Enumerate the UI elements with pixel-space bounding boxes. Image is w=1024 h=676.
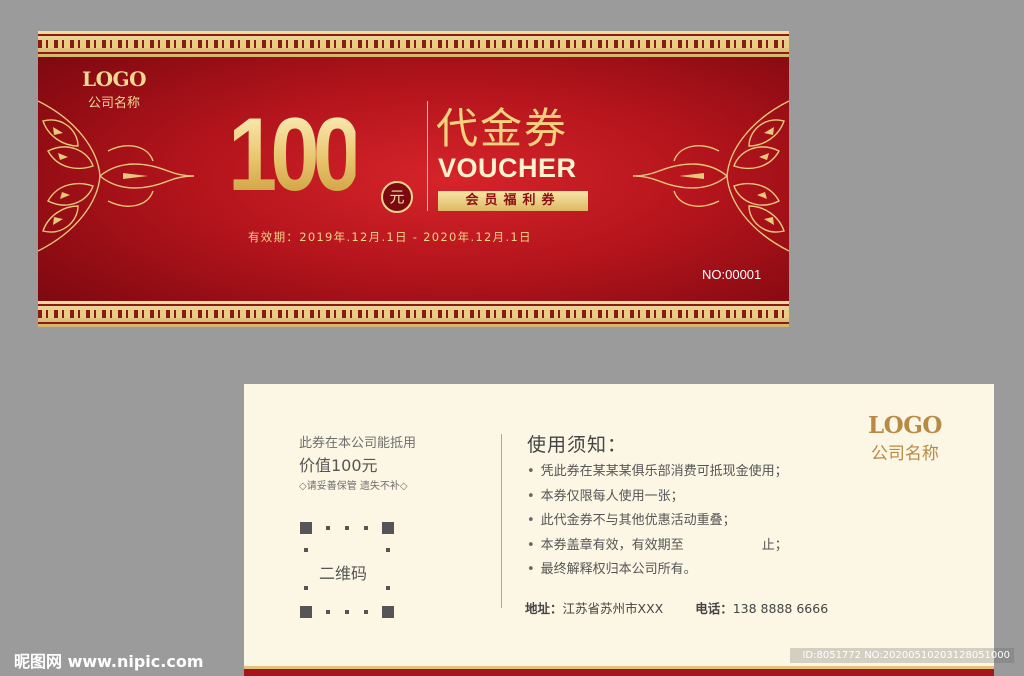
voucher-amount: 100 [228,97,362,213]
notice-title: 使用须知： [527,434,628,456]
left-ornament-icon [38,100,195,252]
list-item: • 凭此券在某某某俱乐部消费可抵现金使用； [527,464,788,479]
list-item: • 此代金券不与其他优惠活动重叠； [527,513,736,528]
address-value: 江苏省苏州市XXX [562,601,664,616]
title-divider [427,101,428,211]
validity-period: 有效期：2019年.12月.1日 - 2020年.12月.1日 [248,230,532,244]
member-tag: 会员福利券 [438,191,588,211]
qr-code-placeholder: 二维码 [300,522,394,618]
watermark-site: 昵图网 www.nipic.com [14,652,204,671]
bottom-border [38,301,789,327]
qr-label: 二维码 [319,564,368,583]
address-label: 地址： [525,601,563,616]
voucher-front: LOGO 公司名称 100 元 代金券 VOUCHER 会员福利券 有效期：20… [38,31,789,327]
back-bottom-strip [244,666,994,676]
back-company-name: 公司名称 [870,444,939,464]
yuan-badge: 元 [381,181,413,213]
watermark-id: ID:8051772 NO:20200510203128051000 [790,648,1014,663]
serial-number: NO:00001 [702,267,762,282]
value-text: 价值100元 [299,456,378,475]
top-border [38,31,789,57]
phone-value: 138 8888 6666 [732,601,829,616]
voucher-title-en: VOUCHER [438,153,577,183]
phone-label: 电话： [695,601,733,616]
list-item: • 最终解释权归本公司所有。 [527,562,697,577]
back-divider [501,434,502,608]
list-item: • 本券盖章有效，有效期至 止； [527,537,788,553]
front-logo: LOGO [82,67,147,91]
list-item: • 本券仅限每人使用一张； [527,488,684,504]
contact-info: 地址：江苏省苏州市XXX 电话：138 8888 6666 [525,598,828,617]
right-ornament-icon [632,100,789,252]
accept-text: 此券在本公司能抵用 [299,436,417,451]
keep-safe-text: ◇请妥善保管 遗失不补◇ [299,481,408,492]
voucher-back: 此券在本公司能抵用 价值100元 ◇请妥善保管 遗失不补◇ 二维码 使用须知： … [244,384,994,676]
back-logo-block: LOGO 公司名称 [868,412,942,464]
back-logo: LOGO [868,412,942,439]
voucher-title-cn: 代金券 [436,104,569,153]
notice-list: • 凭此券在某某某俱乐部消费可抵现金使用； • 本券仅限每人使用一张； • 此代金券不… [527,460,788,583]
